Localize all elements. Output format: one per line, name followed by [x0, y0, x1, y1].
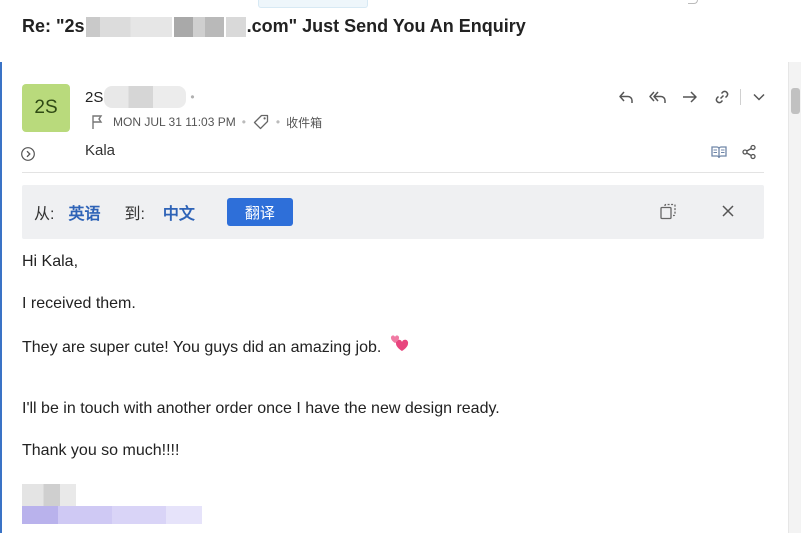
top-tab-fragment: [258, 0, 368, 8]
scrollbar-thumb[interactable]: [791, 88, 800, 114]
reply-icon[interactable]: [610, 86, 642, 108]
from-label: 从:: [34, 206, 55, 223]
forward-icon[interactable]: [674, 86, 706, 108]
redacted-signature-link: [22, 506, 202, 524]
chevron-down-icon[interactable]: [743, 86, 775, 108]
sender-name-text: 2S: [85, 88, 104, 106]
copy-icon[interactable]: [658, 202, 678, 227]
translate-button[interactable]: 翻译: [226, 198, 293, 226]
greeting-line: Hi Kala,: [22, 253, 79, 270]
body-line: I'll be in touch with another order once…: [22, 400, 500, 417]
message-date: MON JUL 31 11:03 PM: [113, 115, 236, 129]
body-line-with-emoji: They are super cute! You guys did an ama…: [22, 335, 410, 358]
header-divider: [22, 172, 764, 173]
separator-dot: •: [275, 115, 281, 129]
redacted-address-block: [85, 16, 172, 37]
two-hearts-emoji-icon: [390, 335, 410, 358]
selection-accent-bar: [0, 62, 2, 533]
redacted-address-block: [225, 16, 246, 37]
message-meta: MON JUL 31 11:03 PM • • 收件箱: [90, 113, 322, 131]
translation-bar: 从: 英语 到: 中文 翻译: [22, 185, 764, 239]
tag-icon[interactable]: [252, 113, 270, 131]
separator-dot: •: [241, 115, 246, 129]
redacted-signature-name: [22, 484, 76, 506]
link-icon[interactable]: [706, 86, 738, 108]
closing-line: Thank you so much!!!!: [22, 442, 180, 459]
top-corner-mark: [688, 0, 698, 4]
body-line: I received them.: [22, 295, 136, 312]
flag-icon[interactable]: [90, 114, 104, 130]
folder-label[interactable]: 收件箱: [286, 114, 322, 131]
subject-suffix: .com" Just Send You An Enquiry: [246, 16, 526, 36]
message-actions: [610, 86, 775, 108]
redacted-address-block: [173, 16, 224, 37]
scrollbar[interactable]: [788, 62, 801, 533]
recipient-name[interactable]: Kala: [85, 142, 115, 159]
avatar-initials: 2S: [34, 97, 58, 118]
reader-view-icon[interactable]: [704, 141, 734, 163]
sender-name[interactable]: 2S •: [85, 86, 195, 108]
expand-details-icon[interactable]: [20, 146, 36, 167]
redacted-sender-block: [104, 86, 187, 108]
source-language-select[interactable]: 英语: [68, 200, 100, 224]
secondary-tools: [704, 141, 764, 163]
reply-all-icon[interactable]: [642, 86, 674, 108]
toolbar-divider: [740, 89, 741, 105]
to-label: 到:: [124, 206, 145, 223]
email-subject: Re: "2s .com" Just Send You An Enquiry: [22, 16, 526, 37]
share-icon[interactable]: [734, 141, 764, 163]
subject-prefix: Re: "2s: [22, 16, 85, 36]
body-line: They are super cute! You guys did an ama…: [22, 339, 382, 357]
separator-dot: •: [190, 90, 195, 104]
target-language-select[interactable]: 中文: [163, 200, 195, 224]
close-icon[interactable]: [719, 202, 737, 225]
avatar[interactable]: 2S: [22, 84, 70, 132]
